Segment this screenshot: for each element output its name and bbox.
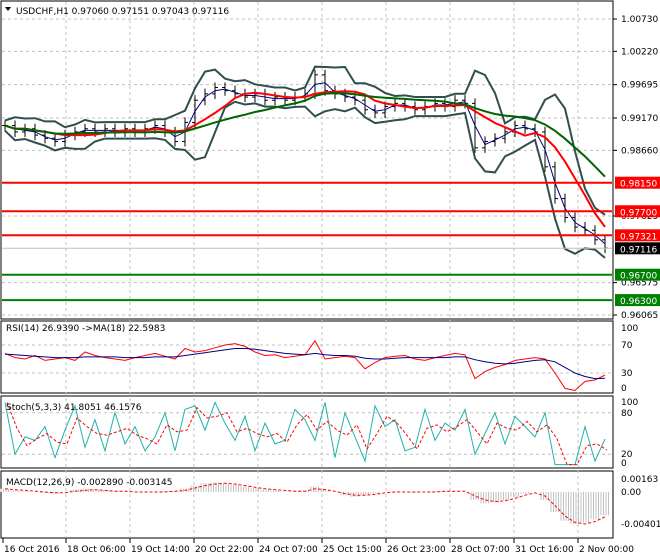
trading-chart-window: 16 Oct 2016 18 Oct 06:00 19 Oct 14:00 20 Oc… — [0, 0, 660, 560]
x-tick-label: 2 Nov 00:00 — [579, 545, 634, 555]
rsi-tick-label: 70 — [621, 341, 633, 351]
x-tick-label: 25 Oct 15:00 — [323, 545, 382, 555]
price-tick-label: 0.96065 — [621, 311, 658, 321]
x-tick-label: 20 Oct 22:00 — [195, 545, 254, 555]
current-price-label: 0.97116 — [620, 245, 657, 255]
support-price-label: 0.96300 — [620, 297, 657, 307]
macd-title: MACD(12,26,9) -0.002890 -0.003145 — [6, 478, 172, 488]
price-tick-label: 0.99695 — [621, 81, 658, 91]
stoch-tick-label: 0 — [621, 459, 627, 469]
rsi-tick-label: 0 — [621, 384, 627, 394]
x-tick-label: 28 Oct 07:00 — [451, 545, 510, 555]
rsi-tick-label: 30 — [621, 369, 633, 379]
x-tick-label: 19 Oct 14:00 — [131, 545, 190, 555]
resistance-price-label: 0.97700 — [620, 208, 657, 218]
stoch-tick-label: 80 — [621, 409, 633, 419]
price-tick-label: 0.98660 — [621, 146, 658, 156]
stoch-tick-label: 100 — [621, 398, 638, 408]
rsi-title: RSI(14) 26.9390 ->MA(18) 22.5983 — [6, 324, 165, 334]
rsi-line — [4, 339, 606, 392]
x-tick-label: 24 Oct 07:00 — [259, 545, 318, 555]
price-tick-label: 1.00730 — [621, 15, 658, 25]
macd-tick-label: 0.00163 — [621, 475, 658, 485]
support-price-label: 0.96700 — [620, 272, 657, 282]
x-tick-label: 26 Oct 23:00 — [387, 545, 446, 555]
price-tick-label: 1.00220 — [621, 47, 658, 57]
macd-tick-label: -0.004015 — [621, 520, 660, 530]
rsi-ma-line — [4, 348, 606, 380]
price-tick-label: 0.99170 — [621, 114, 658, 124]
macd-tick-label: 0.00 — [621, 488, 641, 498]
chart-canvas[interactable]: 16 Oct 2016 18 Oct 06:00 19 Oct 14:00 20 Oc… — [0, 0, 660, 560]
x-tick-label: 31 Oct 16:00 — [515, 545, 574, 555]
macd-signal-line — [4, 482, 606, 525]
symbol-header: USDCHF,H1 0.97060 0.97151 0.97043 0.9711… — [16, 7, 229, 17]
ma-fast — [4, 90, 606, 228]
x-tick-label: 16 Oct 2016 — [4, 545, 60, 555]
triangle-down-icon[interactable] — [5, 7, 11, 11]
resistance-price-label: 0.98150 — [620, 180, 657, 190]
x-tick-label: 18 Oct 06:00 — [67, 545, 126, 555]
resistance-price-label: 0.97321 — [620, 232, 657, 242]
stoch-title: Stoch(5,3,3) 41.8051 46.1576 — [6, 403, 142, 413]
rsi-tick-label: 100 — [621, 324, 638, 334]
panel-frame-0 — [0, 0, 614, 320]
